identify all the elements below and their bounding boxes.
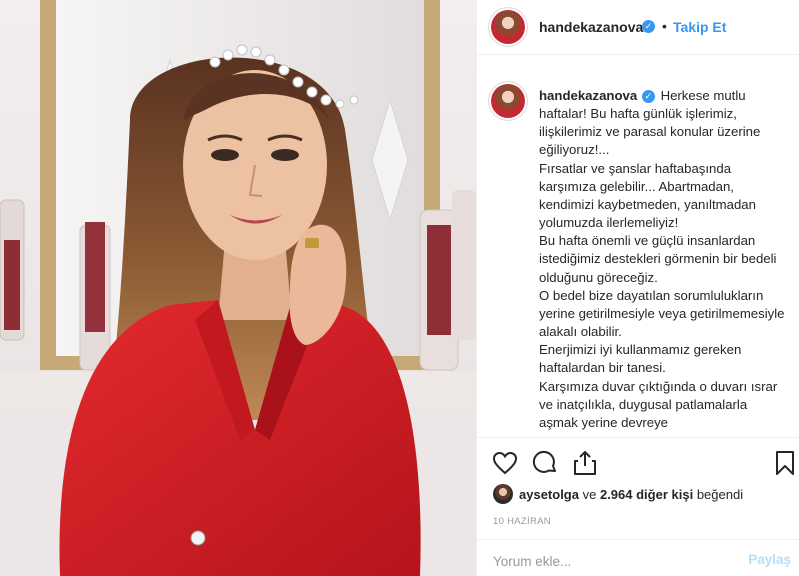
author-avatar[interactable] [491,10,525,44]
caption-line: Bu hafta önemli ve güçlü insanlardan ist… [539,233,777,285]
post-side-panel: handekazanova ✓ • Takip Et handekazanova… [476,0,799,576]
caption-area: handekazanova ✓ Herkese mutlu haftalar! … [477,56,799,436]
post-header: handekazanova ✓ • Takip Et [477,0,799,55]
header-separator: • [662,18,667,34]
ring [305,238,319,248]
liker-avatar[interactable] [493,484,513,504]
author-username[interactable]: handekazanova [539,19,643,35]
verified-badge-icon: ✓ [642,20,655,33]
share-icon[interactable] [571,449,599,477]
liker-username[interactable]: aysetolga [519,487,579,502]
caption-line: Fırsatlar ve şanslar haftabaşında karşım… [539,160,756,231]
candle-holder-right [419,190,476,371]
likes-text: aysetolga ve 2.964 diğer kişi beğendi [519,487,743,502]
post-date[interactable]: 10 HAZİRAN [493,516,551,527]
caption-username[interactable]: handekazanova [539,88,637,103]
verified-badge-icon: ✓ [641,90,655,103]
portrait-illustration [0,0,476,576]
caption-avatar[interactable] [491,84,525,118]
likes-suffix: beğendi [696,487,744,502]
caption-text: handekazanova ✓ Herkese mutlu haftalar! … [539,87,789,432]
caption-line: O bedel bize dayatılan sorumlulukların y… [539,287,785,340]
comment-icon[interactable] [531,449,559,477]
comment-input[interactable] [493,551,713,571]
caption-line: Karşımıza duvar çıktığında o duvarı ısra… [539,378,778,430]
action-bar [477,437,799,485]
bookmark-icon[interactable] [771,449,799,477]
post-photo[interactable] [0,0,476,576]
comment-bar: Paylaş [477,539,799,576]
likes-others-link[interactable]: 2.964 diğer kişi [600,487,693,502]
caption-line: Enerjimizi iyi kullanmamız gereken hafta… [539,342,742,376]
likes-joiner: ve [582,487,597,502]
heart-icon[interactable] [491,449,519,477]
post-comment-button[interactable]: Paylaş [748,552,791,567]
dress-button [190,530,206,546]
follow-button[interactable]: Takip Et [673,19,726,35]
